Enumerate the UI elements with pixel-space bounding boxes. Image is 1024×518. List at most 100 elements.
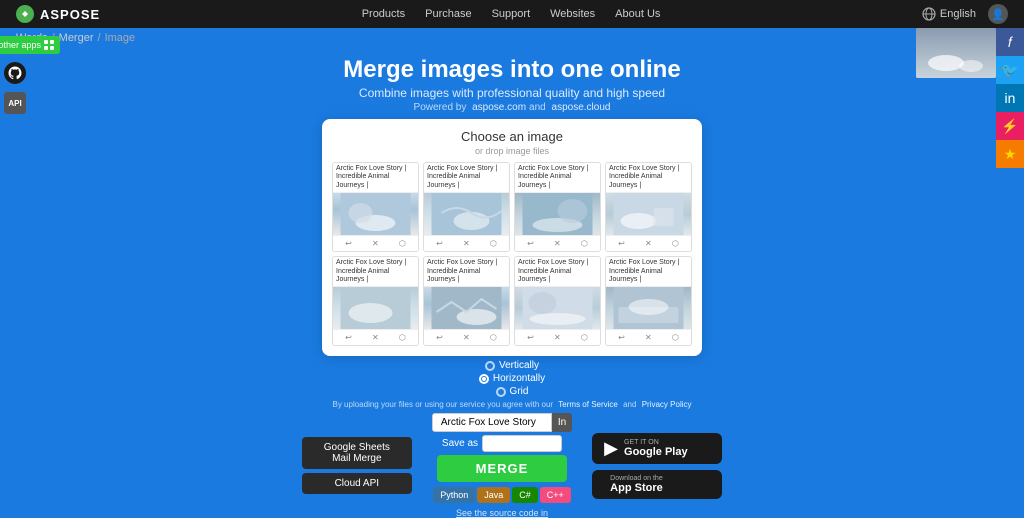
user-avatar[interactable]: 👤: [988, 4, 1008, 24]
privacy-link[interactable]: Privacy Policy: [642, 400, 692, 409]
radio-vertically[interactable]: Vertically: [485, 360, 539, 371]
lang-cpp[interactable]: C++: [540, 487, 571, 503]
image-card-4[interactable]: Arctic Fox Love Story | Incredible Anima…: [605, 162, 692, 252]
img-rotate-btn-4[interactable]: ↩: [616, 238, 627, 249]
linkedin-icon[interactable]: in: [996, 84, 1024, 112]
radio-horizontally-label: Horizontally: [493, 373, 545, 384]
lang-csharp[interactable]: C#: [512, 487, 538, 503]
nav-about[interactable]: About Us: [615, 8, 660, 20]
image-card-5[interactable]: Arctic Fox Love Story | Incredible Anima…: [332, 256, 419, 346]
powered-by: Powered by aspose.comand aspose.cloud: [414, 102, 611, 113]
radio-vertically-dot: [485, 361, 495, 371]
messenger-icon[interactable]: ⚡: [996, 112, 1024, 140]
img-delete-btn-3[interactable]: ✕: [552, 238, 563, 249]
image-thumb-5: [333, 287, 418, 329]
img-delete-btn-8[interactable]: ✕: [643, 332, 654, 343]
left-buttons: Google Sheets Mail Merge Cloud API: [302, 437, 412, 494]
image-thumb-7: [515, 287, 600, 329]
img-delete-btn-2[interactable]: ✕: [461, 238, 472, 249]
terms-link[interactable]: Terms of Service: [558, 400, 618, 409]
radio-grid-label: Grid: [510, 386, 529, 397]
radio-horizontally[interactable]: Horizontally: [479, 373, 545, 384]
image-label-4: Arctic Fox Love Story | Incredible Anima…: [606, 163, 691, 193]
app-store-button[interactable]: Download on the App Store: [592, 470, 722, 499]
image-thumb-2: [424, 193, 509, 235]
img-rotate-btn-7[interactable]: ↩: [525, 332, 536, 343]
image-thumb-3: [515, 193, 600, 235]
lang-python[interactable]: Python: [433, 487, 475, 503]
github-icon[interactable]: [4, 62, 26, 84]
img-rotate-btn-8[interactable]: ↩: [616, 332, 627, 343]
see-other-apps-label: See other apps: [0, 40, 41, 50]
img-delete-btn-4[interactable]: ✕: [643, 238, 654, 249]
image-actions-2: ↩ ✕ ⬡: [424, 235, 509, 251]
image-card-1[interactable]: Arctic Fox Love Story | Incredible Anima…: [332, 162, 419, 252]
top-nav: ASPOSE Products Purchase Support Website…: [0, 0, 1024, 28]
nav-websites[interactable]: Websites: [550, 8, 595, 20]
image-card-2[interactable]: Arctic Fox Love Story | Incredible Anima…: [423, 162, 510, 252]
image-actions-3: ↩ ✕ ⬡: [515, 235, 600, 251]
twitter-icon[interactable]: 🐦: [996, 56, 1024, 84]
google-play-button[interactable]: ▶ GET IT ON Google Play: [592, 433, 722, 464]
img-rotate-btn-2[interactable]: ↩: [434, 238, 445, 249]
breadcrumb: Words / Merger / Image: [0, 28, 1024, 48]
save-as-row: Save as JPG ▾: [442, 435, 562, 452]
cloud-api-button[interactable]: Cloud API: [302, 473, 412, 494]
filename-row: In: [432, 413, 572, 432]
nav-purchase[interactable]: Purchase: [425, 8, 471, 20]
merge-button[interactable]: MERGE: [437, 455, 567, 482]
image-actions-5: ↩ ✕ ⬡: [333, 329, 418, 345]
img-rotate-btn[interactable]: ↩: [343, 238, 354, 249]
img-info-btn[interactable]: ⬡: [397, 238, 408, 249]
image-card-8[interactable]: Arctic Fox Love Story | Incredible Anima…: [605, 256, 692, 346]
img-info-btn-3[interactable]: ⬡: [579, 238, 590, 249]
api-icon[interactable]: API: [4, 92, 26, 114]
img-delete-btn-7[interactable]: ✕: [552, 332, 563, 343]
img-info-btn-5[interactable]: ⬡: [397, 332, 408, 343]
img-info-btn-8[interactable]: ⬡: [670, 332, 681, 343]
image-card-7[interactable]: Arctic Fox Love Story | Incredible Anima…: [514, 256, 601, 346]
google-play-small-text: GET IT ON: [624, 439, 688, 446]
breadcrumb-merger[interactable]: Merger: [59, 32, 94, 44]
store-buttons: ▶ GET IT ON Google Play Download on the …: [592, 433, 722, 499]
lang-java[interactable]: Java: [477, 487, 510, 503]
format-select-wrap: In: [552, 413, 572, 432]
img-info-btn-4[interactable]: ⬡: [670, 238, 681, 249]
google-sheets-button[interactable]: Google Sheets Mail Merge: [302, 437, 412, 469]
see-other-apps-button[interactable]: See other apps: [0, 36, 60, 54]
img-rotate-btn-6[interactable]: ↩: [434, 332, 445, 343]
api-label: API: [8, 99, 21, 108]
img-rotate-btn-3[interactable]: ↩: [525, 238, 536, 249]
upload-box[interactable]: Choose an image or drop image files Arct…: [322, 119, 702, 356]
nav-support[interactable]: Support: [492, 8, 531, 20]
img-info-btn-6[interactable]: ⬡: [488, 332, 499, 343]
image-actions-1: ↩ ✕ ⬡: [333, 235, 418, 251]
logo[interactable]: ASPOSE: [16, 5, 100, 23]
nav-products[interactable]: Products: [362, 8, 405, 20]
img-delete-btn[interactable]: ✕: [370, 238, 381, 249]
aspose-cloud-link[interactable]: aspose.cloud: [552, 102, 611, 113]
img-delete-btn-6[interactable]: ✕: [461, 332, 472, 343]
img-info-btn-2[interactable]: ⬡: [488, 238, 499, 249]
img-rotate-btn-5[interactable]: ↩: [343, 332, 354, 343]
breadcrumb-image: Image: [105, 32, 136, 44]
aspose-com-link[interactable]: aspose.com: [472, 102, 526, 113]
format-dropdown[interactable]: JPG ▾: [482, 435, 562, 452]
image-card-6[interactable]: Arctic Fox Love Story | Incredible Anima…: [423, 256, 510, 346]
page-subtitle: Combine images with professional quality…: [359, 86, 665, 100]
star-icon[interactable]: ★: [996, 140, 1024, 168]
image-actions-6: ↩ ✕ ⬡: [424, 329, 509, 345]
image-thumb-1: [333, 193, 418, 235]
language-selector[interactable]: English: [922, 7, 976, 21]
see-source-link[interactable]: See the source code in: [456, 508, 548, 518]
logo-text: ASPOSE: [40, 7, 100, 22]
radio-grid[interactable]: Grid: [496, 386, 529, 397]
image-actions-4: ↩ ✕ ⬡: [606, 235, 691, 251]
filename-input[interactable]: [432, 413, 552, 432]
img-info-btn-7[interactable]: ⬡: [579, 332, 590, 343]
facebook-icon[interactable]: 𝑓: [996, 28, 1024, 56]
image-label-5: Arctic Fox Love Story | Incredible Anima…: [333, 257, 418, 287]
image-card-3[interactable]: Arctic Fox Love Story | Incredible Anima…: [514, 162, 601, 252]
image-label-3: Arctic Fox Love Story | Incredible Anima…: [515, 163, 600, 193]
img-delete-btn-5[interactable]: ✕: [370, 332, 381, 343]
